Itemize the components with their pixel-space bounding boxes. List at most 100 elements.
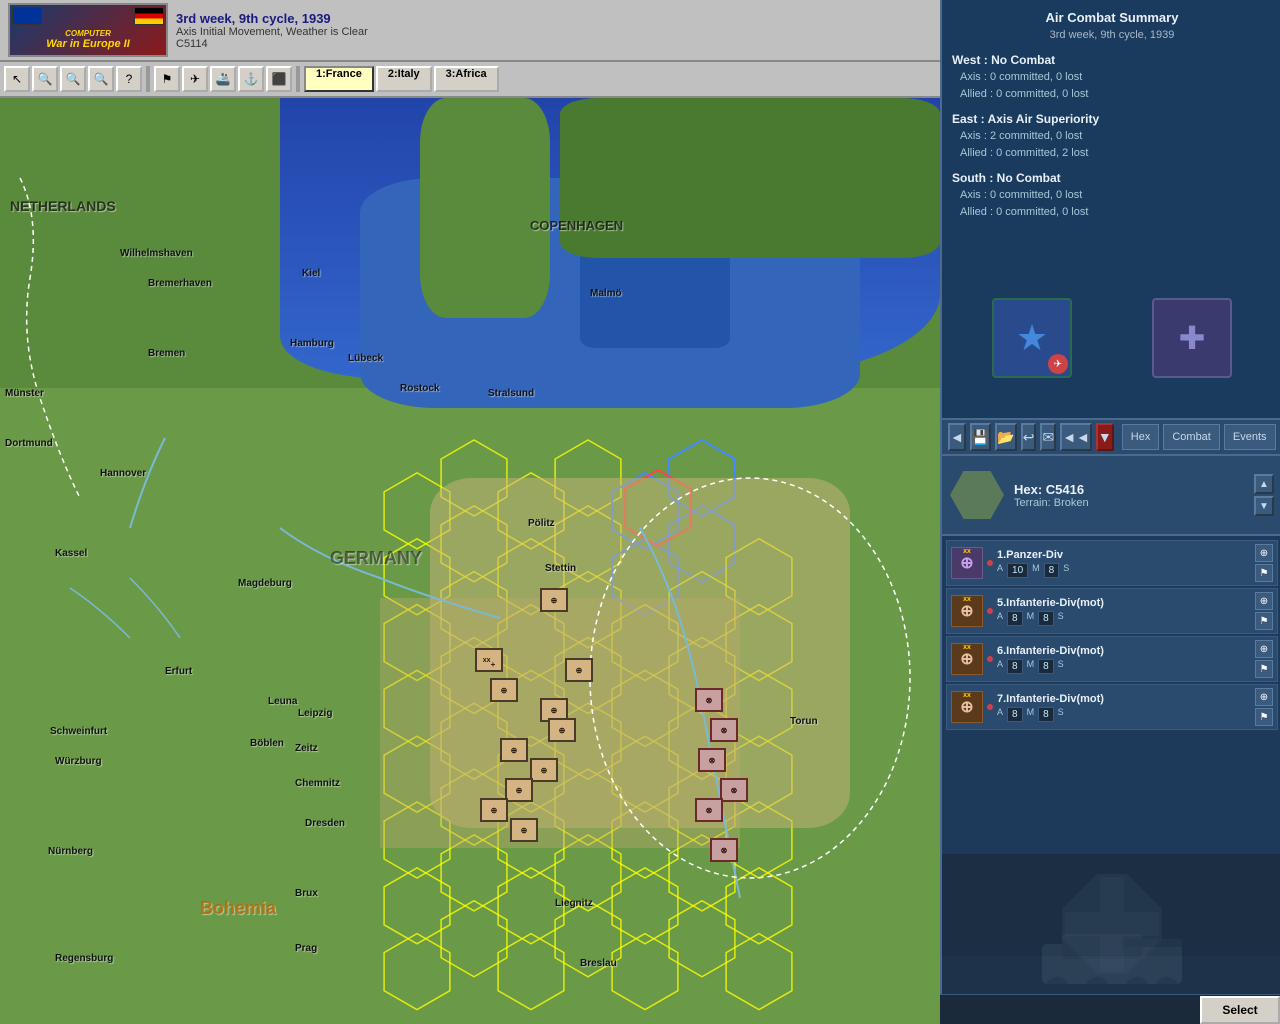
toolbar-btn-10[interactable]: ⬛	[266, 66, 292, 92]
hex-scroll-btns: ▲ ▼	[1254, 474, 1274, 516]
unit-move-0: 8	[1044, 563, 1060, 578]
map-area[interactable]: GERMANY Bohemia NETHERLANDS COPENHAGEN W…	[0, 98, 940, 1024]
south-combat: South : No Combat Axis : 0 committed, 0 …	[952, 171, 1272, 220]
toolbar-btn-7[interactable]: ✈	[182, 66, 208, 92]
panel-toolbar: ◄ 💾 📂 ↩ ✉ ◄◄ ▼ Hex Combat Events Help OO…	[942, 420, 1280, 456]
map-unit-polish-1[interactable]: ⊗	[695, 688, 723, 712]
nav-mail-btn[interactable]: ✉	[1040, 423, 1056, 451]
unit-flag-btn-0[interactable]: ⚑	[1255, 564, 1273, 582]
tab-events[interactable]: Events	[1224, 424, 1276, 450]
unit-row-0[interactable]: xx ⊕ 1.Panzer-Div A 10 M 8 S ⊕ ⚑	[946, 540, 1278, 586]
iron-cross-svg	[1012, 864, 1212, 984]
map-unit-polish-6[interactable]: ⊗	[710, 838, 738, 862]
map-unit-polish-5[interactable]: ⊗	[695, 798, 723, 822]
nav-undo-btn[interactable]: ↩	[1021, 423, 1037, 451]
toolbar-btn-6[interactable]: ⚑	[154, 66, 180, 92]
unit-zoom-btn-0[interactable]: ⊕	[1255, 544, 1273, 562]
unit-row-1[interactable]: xx ⊕ 5.Infanterie-Div(mot) A 8 M 8 S ⊕ ⚑	[946, 588, 1278, 634]
hex-id: Hex: C5416	[1014, 482, 1244, 497]
toolbar-btn-8[interactable]: 🚢	[210, 66, 236, 92]
map-unit-8[interactable]: ⊕	[505, 778, 533, 802]
unit-zoom-btn-1[interactable]: ⊕	[1255, 592, 1273, 610]
toolbar-btn-4[interactable]: 🔍	[88, 66, 114, 92]
tab-italy[interactable]: 2:Italy	[376, 66, 432, 92]
map-unit-5[interactable]: ⊕	[548, 718, 576, 742]
unit-zoom-btn-3[interactable]: ⊕	[1255, 688, 1273, 706]
tab-africa[interactable]: 3:Africa	[434, 66, 499, 92]
unit-marker-0	[987, 560, 993, 566]
unit-info-2: 6.Infanterie-Div(mot) A 8 M 8 S	[997, 645, 1251, 674]
toolbar-btn-3[interactable]: 🔍	[60, 66, 86, 92]
unit-name-2: 6.Infanterie-Div(mot)	[997, 645, 1251, 657]
unit-move-1: 8	[1038, 611, 1054, 626]
tab-france[interactable]: 1:France	[304, 66, 374, 92]
unit-flag-btn-2[interactable]: ⚑	[1255, 660, 1273, 678]
denmark-water	[580, 248, 730, 348]
unit-move-2: 8	[1038, 659, 1054, 674]
nav-end-btn[interactable]: ▼	[1096, 423, 1114, 451]
air-unit-icons: ★ ✈ ✚	[952, 278, 1272, 398]
game-phase: Axis Initial Movement, Weather is Clear	[176, 26, 932, 38]
south-allied: Allied : 0 committed, 0 lost	[960, 204, 1272, 221]
unit-row-2[interactable]: xx ⊕ 6.Infanterie-Div(mot) A 8 M 8 S ⊕ ⚑	[946, 636, 1278, 682]
unit-zoom-btn-2[interactable]: ⊕	[1255, 640, 1273, 658]
header: COMPUTERWar in Europe II 3rd week, 9th c…	[0, 0, 940, 62]
unit-attack-1: 8	[1007, 611, 1023, 626]
map-unit-polish-4[interactable]: ⊗	[720, 778, 748, 802]
hex-scroll-up[interactable]: ▲	[1254, 474, 1274, 494]
unit-action-btns-3: ⊕ ⚑	[1255, 688, 1273, 726]
map-unit-polish-2[interactable]: ⊗	[710, 718, 738, 742]
map-unit-2[interactable]: ⊕	[490, 678, 518, 702]
tab-combat[interactable]: Combat	[1163, 424, 1220, 450]
unit-info-1: 5.Infanterie-Div(mot) A 8 M 8 S	[997, 597, 1251, 626]
unit-icon-2: xx ⊕	[951, 643, 983, 675]
hex-code: C5114	[176, 38, 932, 50]
map-unit-polish-3[interactable]: ⊗	[698, 748, 726, 772]
hex-scroll-down[interactable]: ▼	[1254, 496, 1274, 516]
map-unit-1[interactable]: xx+	[475, 648, 503, 672]
map-unit-6[interactable]: ⊕	[500, 738, 528, 762]
unit-stats-0: A 10 M 8 S	[997, 563, 1251, 578]
tab-hex[interactable]: Hex	[1122, 424, 1160, 450]
map-unit-10[interactable]: ⊕	[510, 818, 538, 842]
toolbar-sep-2	[296, 66, 300, 92]
scandinavia-land	[560, 98, 940, 258]
nav-load-btn[interactable]: 📂	[995, 423, 1016, 451]
hex-terrain-icon	[950, 471, 1004, 519]
toolbar-btn-5[interactable]: ?	[116, 66, 142, 92]
select-button[interactable]: Select	[1200, 996, 1280, 1024]
air-unit-allied-star: ★ ✈	[992, 298, 1072, 378]
unit-row-3[interactable]: xx ⊕ 7.Infanterie-Div(mot) A 8 M 8 S ⊕ ⚑	[946, 684, 1278, 730]
map-unit-9[interactable]: ⊕	[480, 798, 508, 822]
toolbar-sep-1	[146, 66, 150, 92]
unit-attack-0: 10	[1007, 563, 1028, 578]
air-combat-title: Air Combat Summary	[952, 10, 1272, 25]
toolbar-btn-9[interactable]: ⚓	[238, 66, 264, 92]
east-allied: Allied : 0 committed, 2 lost	[960, 145, 1272, 162]
toolbar-btn-1[interactable]: ↖	[4, 66, 30, 92]
map-unit-4[interactable]: ⊕	[565, 658, 593, 682]
east-title: East : Axis Air Superiority	[952, 112, 1272, 126]
toolbar-btn-2[interactable]: 🔍	[32, 66, 58, 92]
unit-move-3: 8	[1038, 707, 1054, 722]
west-title: West : No Combat	[952, 53, 1272, 67]
unit-flag-btn-1[interactable]: ⚑	[1255, 612, 1273, 630]
nav-back-btn[interactable]: ◄	[948, 423, 966, 451]
unit-attack-2: 8	[1007, 659, 1023, 674]
unit-name-0: 1.Panzer-Div	[997, 549, 1251, 561]
nav-save-btn[interactable]: 💾	[970, 423, 991, 451]
game-logo: COMPUTERWar in Europe II	[8, 3, 168, 57]
west-allied: Allied : 0 committed, 0 lost	[960, 86, 1272, 103]
game-week: 3rd week, 9th cycle, 1939	[176, 11, 932, 26]
hex-details: Hex: C5416 Terrain: Broken	[1014, 482, 1244, 509]
air-unit-axis-cross: ✚	[1152, 298, 1232, 378]
tank-background	[942, 854, 1280, 994]
map-unit-7[interactable]: ⊕	[530, 758, 558, 782]
unit-icon-0: xx ⊕	[951, 547, 983, 579]
map-unit-11[interactable]: ⊕	[540, 588, 568, 612]
unit-name-3: 7.Infanterie-Div(mot)	[997, 693, 1251, 705]
nav-skip-btn[interactable]: ◄◄	[1060, 423, 1092, 451]
unit-flag-btn-3[interactable]: ⚑	[1255, 708, 1273, 726]
toolbar: ↖ 🔍 🔍 🔍 ? ⚑ ✈ 🚢 ⚓ ⬛ 1:France 2:Italy 3:A…	[0, 62, 940, 98]
unit-stats-1: A 8 M 8 S	[997, 611, 1251, 626]
